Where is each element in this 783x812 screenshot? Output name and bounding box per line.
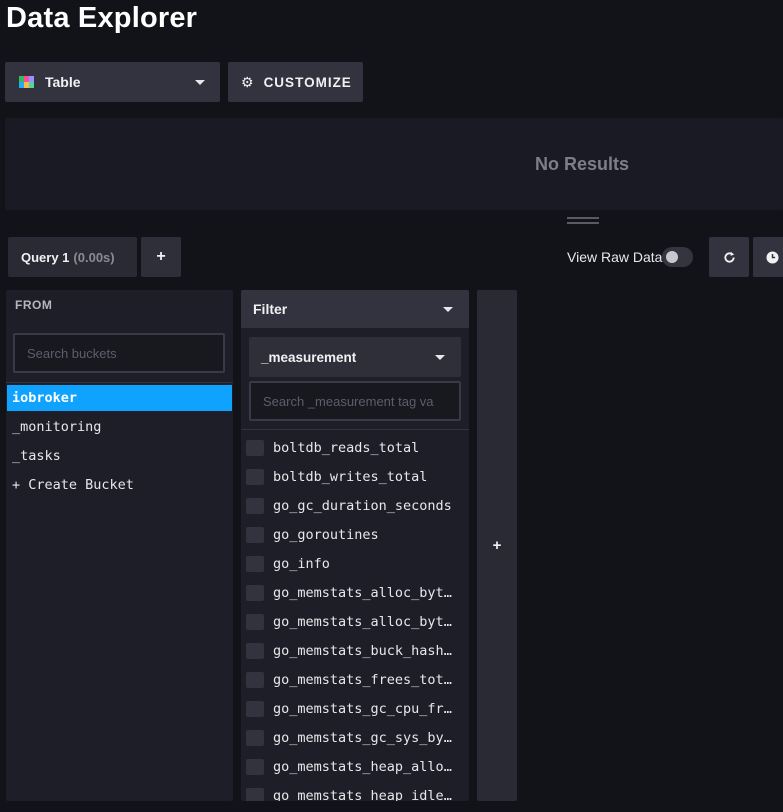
list-item[interactable]: go_info: [241, 549, 469, 578]
view-raw-data-toggle[interactable]: [662, 247, 693, 267]
gear-icon: ⚙: [241, 74, 254, 90]
checkbox[interactable]: [246, 439, 264, 456]
empty-results-text: No Results: [535, 154, 630, 174]
visualization-type-label: Table: [45, 74, 81, 90]
tag-value-label: go_memstats_gc_sys_bytes: [273, 729, 459, 746]
toggle-knob: [666, 251, 678, 263]
tag-value-label: go_memstats_heap_alloc_bytes: [273, 758, 459, 775]
tag-value-label: go_memstats_heap_idle_bytes: [273, 787, 459, 802]
divider: [6, 382, 233, 383]
tag-value-label: go_memstats_gc_cpu_fraction: [273, 700, 459, 717]
tag-value-search-input[interactable]: [249, 381, 461, 421]
panel-resize-handle[interactable]: [567, 217, 599, 224]
customize-label: CUSTOMIZE: [263, 74, 352, 90]
visualization-type-dropdown[interactable]: Table: [5, 62, 220, 102]
chevron-down-icon: [195, 80, 205, 85]
checkbox[interactable]: [246, 758, 264, 775]
checkbox[interactable]: [246, 613, 264, 630]
list-item[interactable]: boltdb_writes_total: [241, 462, 469, 491]
checkbox[interactable]: [246, 729, 264, 746]
data-explorer-page: Data Explorer Table ⚙ CUSTOMIZE No Resul…: [0, 0, 783, 812]
checkbox[interactable]: [246, 468, 264, 485]
bucket-item-monitoring[interactable]: _monitoring: [7, 414, 232, 440]
bucket-search-input[interactable]: [13, 333, 225, 373]
filter-type-dropdown[interactable]: Filter: [241, 290, 469, 328]
clock-icon: [766, 250, 779, 264]
tag-value-list: boltdb_reads_total boltdb_writes_total g…: [241, 433, 469, 801]
list-item[interactable]: go_memstats_gc_cpu_fraction: [241, 694, 469, 723]
list-item[interactable]: go_memstats_frees_total: [241, 665, 469, 694]
add-function-label: +: [492, 537, 502, 554]
checkbox[interactable]: [246, 642, 264, 659]
tag-value-label: go_memstats_frees_total: [273, 671, 459, 688]
checkbox[interactable]: [246, 526, 264, 543]
bucket-item-iobroker[interactable]: iobroker: [7, 385, 232, 411]
filter-header-label: Filter: [253, 301, 288, 317]
chevron-down-icon: [435, 355, 445, 360]
checkbox[interactable]: [246, 671, 264, 688]
add-query-button[interactable]: +: [141, 237, 181, 277]
list-item[interactable]: go_memstats_heap_alloc_bytes: [241, 752, 469, 781]
tag-value-label: go_memstats_alloc_bytes_total: [273, 613, 459, 630]
list-item[interactable]: go_memstats_alloc_bytes: [241, 578, 469, 607]
view-raw-data-label: View Raw Data: [567, 249, 663, 265]
tag-key-dropdown[interactable]: _measurement: [249, 337, 461, 377]
table-icon: [19, 76, 34, 88]
list-item[interactable]: go_gc_duration_seconds: [241, 491, 469, 520]
filter-card: Filter _measurement boltdb_reads_total b…: [241, 290, 469, 801]
checkbox[interactable]: [246, 497, 264, 514]
from-header: FROM: [15, 298, 53, 312]
tag-value-label: go_memstats_alloc_bytes: [273, 584, 459, 601]
list-item[interactable]: go_memstats_alloc_bytes_total: [241, 607, 469, 636]
checkbox[interactable]: [246, 700, 264, 717]
tag-value-label: go_memstats_buck_hash_sys_bytes: [273, 642, 459, 659]
refresh-icon: [723, 251, 735, 263]
create-bucket-link[interactable]: + Create Bucket: [7, 472, 232, 498]
chevron-down-icon: [443, 307, 453, 312]
list-item[interactable]: go_memstats_heap_idle_bytes: [241, 781, 469, 801]
query-tab-name: Query 1: [21, 249, 70, 265]
time-range-button[interactable]: [753, 237, 783, 277]
checkbox[interactable]: [246, 584, 264, 601]
bucket-list: iobroker _monitoring _tasks + Create Buc…: [7, 385, 232, 501]
results-panel: No Results: [5, 118, 783, 210]
list-item[interactable]: go_memstats_buck_hash_sys_bytes: [241, 636, 469, 665]
tag-key-label: _measurement: [261, 349, 357, 365]
tag-value-label: go_goroutines: [273, 526, 379, 543]
checkbox[interactable]: [246, 787, 264, 801]
refresh-button[interactable]: [709, 237, 749, 277]
from-card: FROM iobroker _monitoring _tasks + Creat…: [6, 290, 233, 801]
customize-button[interactable]: ⚙ CUSTOMIZE: [228, 62, 363, 102]
tab-query-1[interactable]: Query 1 (0.00s): [8, 237, 137, 277]
list-item[interactable]: go_goroutines: [241, 520, 469, 549]
bucket-item-tasks[interactable]: _tasks: [7, 443, 232, 469]
tag-value-label: boltdb_reads_total: [273, 439, 420, 456]
query-tab-time: (0.00s): [73, 249, 115, 265]
list-item[interactable]: go_memstats_gc_sys_bytes: [241, 723, 469, 752]
divider: [241, 429, 469, 430]
list-item[interactable]: boltdb_reads_total: [241, 433, 469, 462]
page-title: Data Explorer: [6, 2, 198, 34]
tag-value-label: go_info: [273, 555, 330, 572]
checkbox[interactable]: [246, 555, 264, 572]
tag-value-label: boltdb_writes_total: [273, 468, 428, 485]
tag-value-label: go_gc_duration_seconds: [273, 497, 452, 514]
add-function-button[interactable]: +: [477, 290, 517, 801]
